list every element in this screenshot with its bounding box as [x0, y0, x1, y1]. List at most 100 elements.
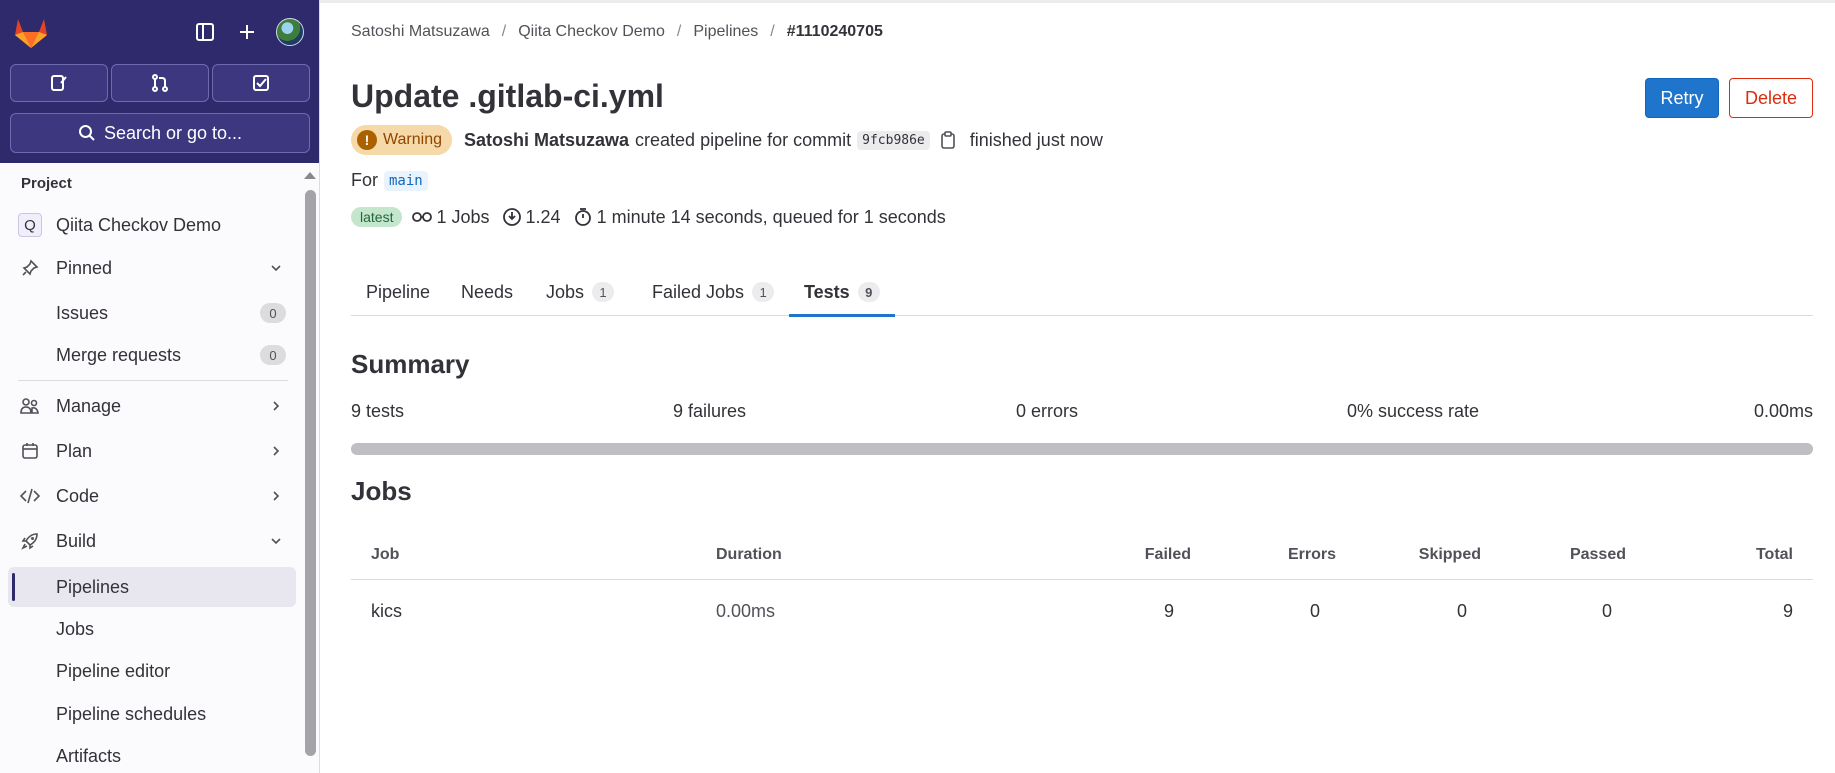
duration-text: 1 minute 14 seconds, queued for 1 second… — [596, 206, 946, 227]
search-icon — [78, 125, 95, 141]
tab-tests[interactable]: Tests 9 — [789, 268, 895, 317]
tab-label: Jobs — [546, 281, 585, 302]
issues-count-badge: 0 — [260, 303, 286, 323]
cell-failed: 9 — [1163, 600, 1174, 621]
tab-label: Failed Jobs — [652, 281, 745, 302]
user-avatar[interactable] — [276, 18, 304, 46]
breadcrumb-separator: / — [676, 23, 682, 40]
merge-requests-quick-button[interactable] — [111, 64, 209, 102]
tab-jobs[interactable]: Jobs 1 — [531, 268, 629, 316]
sidebar-item-label: Pinned — [56, 257, 113, 278]
sidebar-item-pipeline-editor[interactable]: Pipeline editor — [8, 651, 296, 691]
breadcrumb-item-project[interactable]: Qiita Checkov Demo — [518, 23, 665, 41]
sidebar-item-label: Manage — [56, 395, 122, 416]
tab-needs[interactable]: Needs — [446, 268, 528, 316]
table-row[interactable]: kics 0.00ms 9 0 0 0 9 — [351, 581, 1813, 641]
sidebar-item-project[interactable]: Q Qiita Checkov Demo — [8, 205, 296, 245]
breadcrumb-item-current[interactable]: #1110240705 — [787, 23, 883, 41]
column-header-job[interactable]: Job — [371, 530, 399, 579]
sidebar-item-label: Pipeline schedules — [56, 703, 207, 724]
status-badge[interactable]: ! Warning — [351, 125, 452, 155]
cell-skipped: 0 — [1456, 600, 1467, 621]
calendar-icon — [20, 441, 40, 461]
sidebar-item-label: Jobs — [56, 618, 95, 639]
sidebar-item-label: Artifacts — [56, 745, 122, 766]
todos-quick-button[interactable] — [212, 64, 310, 102]
delete-button[interactable]: Delete — [1729, 78, 1813, 118]
column-header-duration[interactable]: Duration — [716, 530, 782, 579]
column-header-errors[interactable]: Errors — [1251, 530, 1336, 579]
sidebar-item-code[interactable]: Code — [8, 476, 296, 516]
sidebar-item-label: Build — [56, 530, 97, 551]
column-header-skipped[interactable]: Skipped — [1391, 530, 1481, 579]
summary-duration: 0.00ms — [1753, 401, 1813, 421]
sidebar-item-artifacts[interactable]: Artifacts — [8, 736, 296, 773]
sidebar-scroll-thumb[interactable] — [305, 190, 316, 756]
author-link[interactable]: Satoshi Matsuzawa — [464, 130, 629, 151]
sidebar: Search or go to... Project Q Qiita Check… — [0, 0, 320, 773]
breadcrumb-item-user[interactable]: Satoshi Matsuzawa — [351, 23, 490, 41]
breadcrumb-separator: / — [501, 23, 507, 40]
sidebar-item-pipeline-schedules[interactable]: Pipeline schedules — [8, 694, 296, 734]
gitlab-logo-icon[interactable] — [12, 14, 50, 50]
cell-total: 9 — [1782, 600, 1793, 621]
sidebar-item-merge-requests[interactable]: Merge requests 0 — [8, 335, 296, 375]
column-header-total[interactable]: Total — [1711, 530, 1793, 579]
code-icon — [20, 486, 40, 506]
sidebar-item-build[interactable]: Build — [8, 521, 296, 561]
sidebar-item-label: Code — [56, 485, 100, 506]
sidebar-header: Search or go to... — [0, 0, 319, 163]
cell-job: kics — [371, 600, 402, 621]
ref-row: For main — [351, 170, 428, 191]
merge-request-icon — [152, 74, 168, 92]
sidebar-item-issues[interactable]: Issues 0 — [8, 293, 296, 333]
copy-icon[interactable] — [938, 130, 958, 150]
branch-ref-link[interactable]: main — [384, 170, 428, 191]
summary-heading: Summary — [351, 349, 470, 379]
pipeline-tabs: Pipeline Needs Jobs 1 Failed Jobs 1 Test… — [351, 268, 1813, 317]
merge-requests-count-badge: 0 — [260, 345, 286, 365]
chevron-right-icon — [268, 443, 284, 459]
jobs-heading: Jobs — [351, 476, 412, 506]
sidebar-item-label: Merge requests — [56, 344, 182, 365]
tab-label: Needs — [461, 281, 514, 302]
chevron-right-icon — [268, 488, 284, 504]
pin-icon — [20, 258, 40, 278]
finished-text: finished just now — [969, 129, 1103, 150]
tab-count-badge: 9 — [857, 282, 880, 302]
sidebar-item-label: Qiita Checkov Demo — [56, 214, 222, 235]
sidebar-section-label: Project — [21, 175, 72, 192]
sidebar-item-manage[interactable]: Manage — [8, 386, 296, 426]
tab-pipeline[interactable]: Pipeline — [351, 268, 445, 316]
sidebar-item-jobs[interactable]: Jobs — [8, 609, 296, 649]
action-text: created pipeline for commit — [635, 129, 852, 150]
sidebar-item-pipelines[interactable]: Pipelines — [8, 567, 296, 607]
search-button[interactable]: Search or go to... — [10, 113, 310, 153]
project-avatar: Q — [18, 213, 42, 237]
status-label: Warning — [383, 131, 442, 148]
sidebar-toggle-icon[interactable] — [191, 18, 219, 46]
commit-sha-link[interactable]: 9fcb986e — [857, 130, 930, 150]
jobs-count-text: 1 Jobs — [436, 206, 490, 227]
sidebar-divider — [18, 380, 288, 381]
sidebar-item-plan[interactable]: Plan — [8, 431, 296, 471]
timer-icon — [573, 207, 593, 227]
summary-errors: 0 errors — [1016, 401, 1079, 421]
scroll-up-arrow-icon[interactable] — [304, 172, 316, 179]
retry-button[interactable]: Retry — [1645, 78, 1719, 118]
sidebar-item-pinned[interactable]: Pinned — [8, 248, 296, 288]
compute-icon — [502, 207, 522, 227]
cell-duration: 0.00ms — [716, 600, 776, 621]
column-header-passed[interactable]: Passed — [1541, 530, 1626, 579]
tab-failed-jobs[interactable]: Failed Jobs 1 — [637, 268, 789, 316]
summary-failures: 9 failures — [673, 401, 747, 421]
sidebar-item-label: Plan — [56, 440, 93, 461]
success-rate-progress-bar — [351, 443, 1813, 455]
breadcrumb-item-pipelines[interactable]: Pipelines — [693, 23, 758, 41]
for-label: For — [351, 170, 378, 190]
main-content: Satoshi Matsuzawa / Qiita Checkov Demo /… — [320, 0, 1835, 773]
column-header-failed[interactable]: Failed — [1131, 530, 1191, 579]
plus-icon[interactable] — [233, 18, 261, 46]
sidebar-item-label: Pipeline editor — [56, 660, 171, 681]
issues-quick-button[interactable] — [10, 64, 108, 102]
